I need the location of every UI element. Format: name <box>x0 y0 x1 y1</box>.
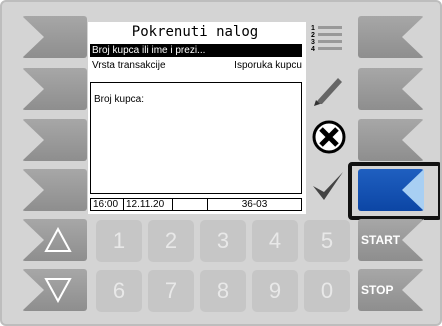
right-softkey-1[interactable] <box>358 16 424 58</box>
arrow-up-icon <box>44 227 72 252</box>
arrow-down-button[interactable] <box>22 269 87 311</box>
terminal-frame: Pokrenuti nalog Broj kupca ili ime i pre… <box>0 0 442 326</box>
numpad-key-6[interactable]: 6 <box>96 270 142 312</box>
numpad-key-0[interactable]: 0 <box>304 270 350 312</box>
arrow-down-icon <box>44 278 72 303</box>
arrow-up-button[interactable] <box>22 219 87 261</box>
numpad-key-9[interactable]: 9 <box>252 270 298 312</box>
start-label: START <box>361 233 401 247</box>
customer-number-label: Broj kupca: <box>94 94 145 105</box>
page-title: Pokrenuti nalog <box>131 24 259 40</box>
list-number-3: 3 <box>311 39 315 46</box>
numpad-key-2[interactable]: 2 <box>148 220 194 262</box>
numpad-key-1[interactable]: 1 <box>96 220 142 262</box>
left-softkey-2[interactable] <box>22 68 87 110</box>
start-button[interactable]: START <box>358 219 424 261</box>
numpad-key-8[interactable]: 8 <box>200 270 246 312</box>
list-number-4: 4 <box>311 46 315 53</box>
right-softkey-3[interactable] <box>358 119 424 161</box>
customer-text-area[interactable]: Broj kupca: <box>90 82 302 194</box>
status-bar: 16:00 12.11.20 36-03 <box>90 198 302 211</box>
numpad-key-4[interactable]: 4 <box>252 220 298 262</box>
stop-label: STOP <box>361 283 394 297</box>
transaction-value: Isporuka kupcu <box>234 60 302 71</box>
list-icon[interactable]: 1 2 3 4 <box>310 24 346 59</box>
transaction-label: Vrsta transakcije <box>92 60 166 71</box>
selected-field[interactable]: Broj kupca ili ime i prezi... <box>90 44 302 57</box>
numpad-key-7[interactable]: 7 <box>148 270 194 312</box>
stop-button[interactable]: STOP <box>358 269 424 311</box>
numpad-key-5[interactable]: 5 <box>304 220 350 262</box>
left-softkey-1[interactable] <box>22 16 87 58</box>
status-code: 36-03 <box>241 199 268 210</box>
list-number-1: 1 <box>311 25 315 32</box>
focus-highlight <box>348 162 440 220</box>
pencil-icon[interactable] <box>310 72 346 113</box>
status-empty <box>173 199 208 210</box>
right-softkey-2[interactable] <box>358 68 424 110</box>
status-date: 12.11.20 <box>124 199 173 210</box>
list-number-2: 2 <box>311 32 315 39</box>
cancel-x-icon[interactable] <box>312 120 346 159</box>
left-softkey-3[interactable] <box>22 119 87 161</box>
numpad-key-3[interactable]: 3 <box>200 220 246 262</box>
status-time: 16:00 <box>91 199 124 210</box>
display-screen: Pokrenuti nalog Broj kupca ili ime i pre… <box>88 22 306 214</box>
checkmark-icon[interactable] <box>310 168 346 209</box>
left-softkey-4[interactable] <box>22 169 87 211</box>
